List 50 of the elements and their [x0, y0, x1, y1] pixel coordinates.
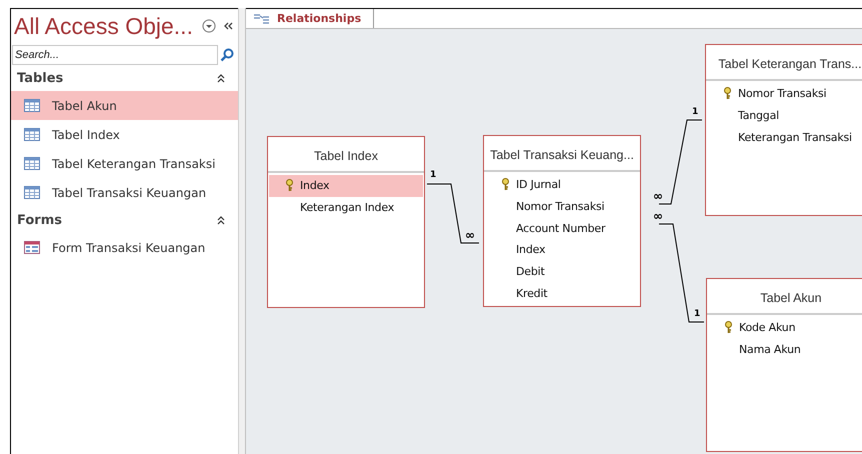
cardinality-label: 1	[428, 171, 438, 180]
relationships-icon	[254, 12, 270, 24]
form-icon	[24, 241, 40, 254]
table-window[interactable]: Tabel Akun Kode Akun Nama Akun	[706, 278, 862, 452]
table-title: Tabel Keterangan Trans...	[706, 45, 862, 81]
key-icon	[724, 321, 733, 334]
field-row[interactable]: Nomor Transaksi	[485, 196, 639, 218]
key-icon	[501, 178, 510, 192]
key-icon	[285, 179, 294, 192]
nav-item[interactable]: Tabel Transaksi Keuangan	[11, 178, 238, 207]
field-row[interactable]: Keterangan Index	[269, 196, 423, 218]
table-window[interactable]: Tabel Index Index Keterangan Index	[267, 136, 425, 308]
field-row[interactable]: Tanggal	[707, 104, 862, 126]
collapse-chevron-icon[interactable]	[216, 215, 226, 225]
relationship-line[interactable]	[426, 184, 480, 244]
field-row[interactable]: Index	[269, 175, 423, 197]
nav-item[interactable]: Tabel Keterangan Transaksi	[11, 149, 238, 178]
search-field[interactable]: Search...	[12, 45, 218, 65]
table-title: Tabel Akun	[707, 279, 862, 315]
group-header[interactable]: Tables	[17, 70, 64, 86]
search-icon[interactable]	[220, 48, 234, 62]
table-icon	[24, 128, 40, 141]
field-row[interactable]: ID Jurnal	[485, 174, 639, 196]
cardinality-label: 1	[690, 108, 700, 117]
field-row[interactable]: Account Number	[485, 217, 639, 240]
key-icon	[723, 87, 732, 100]
pane-title: All Access Obje...	[14, 12, 194, 40]
field-row[interactable]: Kredit	[485, 282, 639, 304]
table-icon	[24, 186, 40, 199]
table-title: Tabel Index	[268, 137, 424, 173]
table-title: Tabel Transaksi Keuang...	[484, 136, 640, 172]
collapse-chevron-icon[interactable]	[216, 73, 226, 83]
table-window[interactable]: Tabel Transaksi Keuang... ID Jurnal Nomor Transaksi Account Number Index Debit Kredit	[483, 135, 641, 307]
nav-item[interactable]: Tabel Akun	[11, 91, 238, 120]
table-icon	[24, 157, 40, 170]
field-row[interactable]: Index	[485, 239, 639, 261]
field-row[interactable]: Keterangan Transaksi	[707, 126, 862, 148]
field-row[interactable]: Kode Akun	[708, 317, 862, 339]
dropdown-icon[interactable]	[202, 19, 216, 33]
nav-item[interactable]: Tabel Index	[11, 120, 238, 149]
table-icon	[24, 99, 40, 112]
nav-item[interactable]: Form Transaksi Keuangan	[11, 233, 238, 262]
group-header[interactable]: Forms	[17, 212, 62, 228]
field-row[interactable]: Nomor Transaksi	[707, 83, 862, 105]
table-window[interactable]: Tabel Keterangan Trans... Nomor Transaksi Tanggal Keterangan Transaksi	[705, 44, 862, 216]
cardinality-label: 1	[692, 310, 702, 319]
field-row[interactable]: Debit	[485, 260, 639, 282]
collapse-pane-icon[interactable]	[222, 20, 234, 32]
field-row[interactable]: Nama Akun	[708, 338, 862, 360]
relationship-line[interactable]	[658, 224, 704, 322]
